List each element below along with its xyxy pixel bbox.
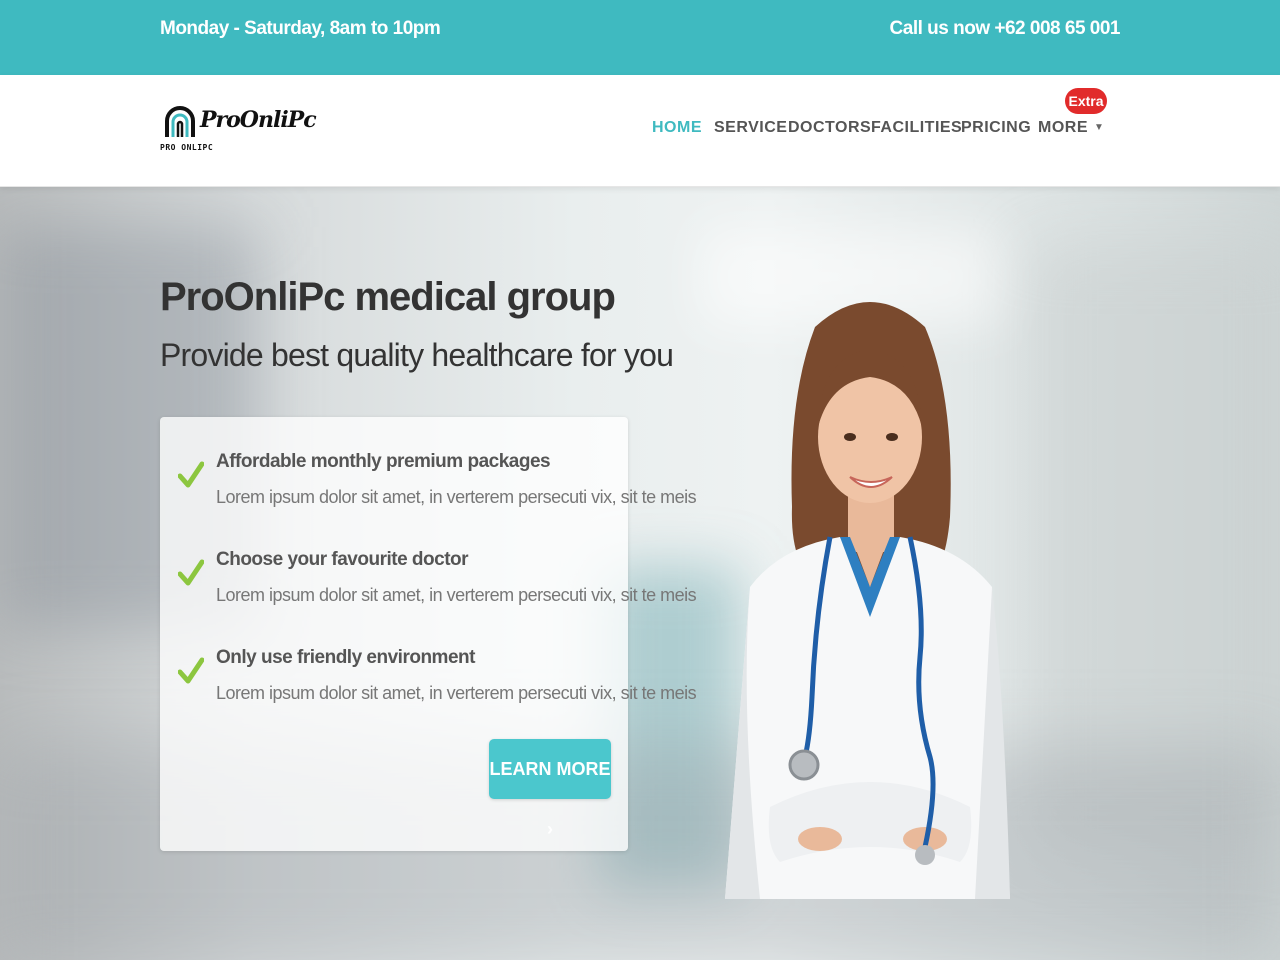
logo-subtext: PRO ONLIPC (160, 143, 214, 152)
opening-hours: Monday - Saturday, 8am to 10pm (160, 18, 441, 39)
feature-item: Only use friendly environment Lorem ipsu… (178, 647, 697, 727)
feature-description: Lorem ipsum dolor sit amet, in verterem … (216, 683, 697, 703)
check-icon (178, 461, 204, 488)
feature-title: Only use friendly environment (216, 647, 475, 668)
phone-number[interactable]: Call us now +62 008 65 001 (890, 18, 1121, 40)
nav-service[interactable]: SERVICE (714, 119, 787, 137)
doctor-image (725, 302, 1010, 899)
hero-section: ProOnliPc medical group Provide best qua… (0, 187, 1280, 960)
feature-item: Affordable monthly premium packages Lore… (178, 451, 697, 531)
learn-more-button[interactable]: LEARN MORE › (489, 739, 611, 839)
feature-item: Choose your favourite doctor Lorem ipsum… (178, 549, 697, 629)
nav-more-label: MORE (1038, 119, 1088, 136)
nav-home[interactable]: HOME (652, 119, 702, 137)
nav-facilities[interactable]: FACILITIES (871, 119, 962, 137)
nav-more[interactable]: MORE ▼ (1038, 119, 1104, 137)
logo-wordmark: ProOnliPc (200, 107, 317, 133)
site-header: ProOnliPc PRO ONLIPC Extra HOME SERVICE … (0, 75, 1280, 187)
feature-description: Lorem ipsum dolor sit amet, in verterem … (216, 585, 697, 605)
feature-title: Affordable monthly premium packages (216, 451, 551, 472)
extra-badge: Extra (1065, 88, 1107, 114)
nav-doctors[interactable]: DOCTORS (788, 119, 871, 137)
logo[interactable]: ProOnliPc PRO ONLIPC (160, 99, 317, 157)
feature-title: Choose your favourite doctor (216, 549, 469, 570)
check-icon (178, 657, 204, 684)
caret-down-icon: ▼ (1094, 122, 1105, 133)
check-icon (178, 559, 204, 586)
feature-description: Lorem ipsum dolor sit amet, in verterem … (216, 487, 697, 507)
hero-subtitle: Provide best quality healthcare for you (160, 337, 674, 373)
logo-arc-icon (165, 106, 195, 137)
features-card: Affordable monthly premium packages Lore… (160, 417, 697, 851)
hero-title: ProOnliPc medical group (160, 275, 616, 319)
nav-pricing[interactable]: PRICING (961, 119, 1031, 137)
top-info-bar: Monday - Saturday, 8am to 10pm Call us n… (0, 0, 1280, 75)
